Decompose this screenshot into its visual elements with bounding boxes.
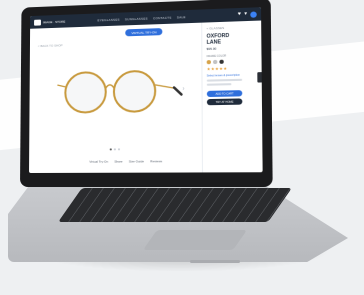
laptop-hinge bbox=[190, 260, 240, 263]
virtual-try-on-button[interactable]: VIRTUAL TRY-ON bbox=[125, 28, 163, 37]
laptop-screen: IMAGE · STORE EYEGLASSES SUNGLASSES CONT… bbox=[29, 7, 263, 174]
carousel-dot[interactable] bbox=[117, 148, 121, 151]
lens-options-link[interactable]: Select lenses & prescription bbox=[207, 74, 242, 78]
frame-color-label: FRAME COLOR bbox=[206, 54, 227, 59]
gallery-link-size[interactable]: Size Guide bbox=[129, 159, 144, 163]
gallery-links: Virtual Try-On Share Size Guide Reviews bbox=[89, 159, 162, 163]
laptop-touchpad bbox=[142, 230, 248, 250]
add-to-cart-button[interactable]: ADD TO CART bbox=[206, 90, 243, 98]
nav-link-eyeglasses[interactable]: EYEGLASSES bbox=[97, 17, 119, 22]
nav-link-sale[interactable]: SALE bbox=[177, 15, 186, 19]
product-details-panel: < GLASSES OXFORD LANE $95.00 FRAME COLOR… bbox=[201, 21, 248, 173]
eyeglasses-image bbox=[57, 64, 184, 117]
carousel-dots bbox=[109, 148, 121, 151]
carousel-dot[interactable] bbox=[109, 148, 112, 151]
laptop-keyboard bbox=[58, 188, 292, 222]
try-at-home-button[interactable]: TRY AT HOME bbox=[206, 98, 243, 106]
nav-link-sunglasses[interactable]: SUNGLASSES bbox=[125, 16, 148, 21]
brand-logo[interactable]: IMAGE · STORE bbox=[34, 18, 66, 26]
breadcrumb[interactable]: < BACK TO SHOP bbox=[38, 43, 63, 48]
brand-name: IMAGE · STORE bbox=[42, 19, 66, 24]
color-swatch-silver[interactable] bbox=[213, 59, 218, 65]
gallery-link-reviews[interactable]: Reviews bbox=[150, 159, 162, 163]
avatar[interactable] bbox=[250, 10, 257, 18]
logo-icon bbox=[34, 19, 41, 26]
heart-icon[interactable]: ♥ bbox=[238, 11, 241, 17]
gallery-link-tryon[interactable]: Virtual Try-On bbox=[89, 160, 108, 164]
product-title: OXFORD LANE bbox=[206, 32, 230, 46]
divider bbox=[206, 83, 232, 86]
panel-back-link[interactable]: < GLASSES bbox=[206, 25, 241, 31]
color-swatch-gold[interactable] bbox=[206, 60, 211, 65]
nav-links: EYEGLASSES SUNGLASSES CONTACTS SALE bbox=[97, 15, 185, 22]
product-page: VIRTUAL TRY-ON < BACK TO SHOP › Virtual … bbox=[29, 21, 263, 173]
laptop-lid: IMAGE · STORE EYEGLASSES SUNGLASSES CONT… bbox=[20, 0, 273, 188]
nav-icons: ♥ ▾ bbox=[238, 11, 257, 18]
cart-icon[interactable]: ▾ bbox=[244, 11, 247, 17]
color-swatches bbox=[206, 59, 242, 65]
divider bbox=[206, 78, 243, 82]
rating-stars: ★★★★★ bbox=[206, 65, 228, 72]
feedback-tab[interactable] bbox=[257, 72, 262, 83]
next-image-icon[interactable]: › bbox=[182, 86, 184, 92]
product-price: $95.00 bbox=[206, 46, 217, 51]
gallery-link-share[interactable]: Share bbox=[114, 159, 122, 163]
color-swatch-black[interactable] bbox=[219, 59, 224, 64]
carousel-dot[interactable] bbox=[113, 148, 116, 151]
nav-link-contacts[interactable]: CONTACTS bbox=[153, 15, 172, 20]
